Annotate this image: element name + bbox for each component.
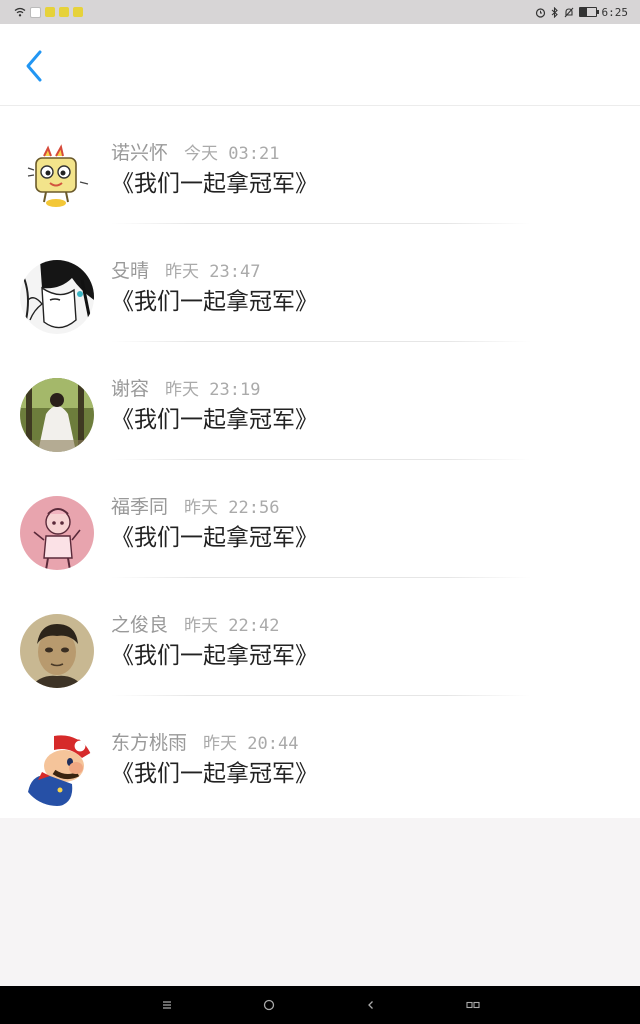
- comment-list: 诺兴怀 今天 03:21 《我们一起拿冠军》 殳晴 昨天 23:47 《我们一起拿冠…: [0, 106, 640, 818]
- menu-button[interactable]: [116, 986, 218, 1024]
- avatar[interactable]: [20, 496, 94, 570]
- app-notification-icon: [59, 7, 69, 17]
- comment-time: 昨天 22:56: [184, 498, 280, 518]
- comment-meta: 殳晴 昨天 23:47: [111, 256, 260, 283]
- list-item[interactable]: 福季同 昨天 22:56 《我们一起拿冠军》: [0, 460, 640, 578]
- comment-meta: 诺兴怀 今天 03:21: [111, 138, 279, 165]
- user-name[interactable]: 之俊良: [111, 614, 168, 636]
- comment-meta: 之俊良 昨天 22:42: [111, 610, 279, 637]
- list-item[interactable]: 谢容 昨天 23:19 《我们一起拿冠军》: [0, 342, 640, 460]
- comment-time: 昨天 20:44: [203, 734, 299, 754]
- alarm-icon: [535, 7, 545, 18]
- app-notification-icon: [73, 7, 83, 17]
- avatar[interactable]: [20, 260, 94, 334]
- sketch-portrait-avatar: [20, 260, 94, 334]
- menu-icon: [163, 1001, 171, 1009]
- user-name[interactable]: 东方桃雨: [111, 732, 187, 754]
- avatar[interactable]: [20, 142, 94, 216]
- user-name[interactable]: 殳晴: [111, 260, 149, 282]
- status-right: 6:25: [535, 5, 629, 19]
- pink-illustration-avatar: [20, 496, 94, 570]
- comment-text: 《我们一起拿冠军》: [111, 171, 318, 197]
- list-item[interactable]: 东方桃雨 昨天 20:44 《我们一起拿冠军》: [0, 696, 640, 814]
- comment-text: 《我们一起拿冠军》: [111, 407, 318, 433]
- comment-text: 《我们一起拿冠军》: [111, 643, 318, 669]
- user-name[interactable]: 诺兴怀: [111, 142, 168, 164]
- cartoon-bird-avatar: [20, 142, 94, 216]
- list-item[interactable]: 诺兴怀 今天 03:21 《我们一起拿冠军》: [0, 106, 640, 224]
- top-app-bar: [0, 24, 640, 106]
- comment-meta: 东方桃雨 昨天 20:44: [111, 728, 298, 755]
- status-left: [14, 6, 83, 18]
- home-circle-icon: [263, 999, 275, 1011]
- mute-icon: [564, 7, 573, 17]
- sepia-portrait-avatar: [20, 614, 94, 688]
- comment-time: 昨天 23:19: [165, 380, 261, 400]
- comment-meta: 福季同 昨天 22:56: [111, 492, 279, 519]
- app-notification-icon: [45, 7, 55, 17]
- comment-time: 昨天 22:42: [184, 616, 280, 636]
- user-name[interactable]: 福季同: [111, 496, 168, 518]
- recents-button[interactable]: [422, 986, 524, 1024]
- mario-avatar: [20, 732, 94, 806]
- comment-meta: 谢容 昨天 23:19: [111, 374, 260, 401]
- back-triangle-icon: [368, 1001, 373, 1009]
- list-item[interactable]: 之俊良 昨天 22:42 《我们一起拿冠军》: [0, 578, 640, 696]
- comment-time: 昨天 23:47: [165, 262, 261, 282]
- comment-text: 《我们一起拿冠军》: [111, 761, 318, 787]
- chevron-left-icon: [26, 50, 42, 82]
- avatar[interactable]: [20, 732, 94, 806]
- user-name[interactable]: 谢容: [111, 378, 149, 400]
- avatar[interactable]: [20, 378, 94, 452]
- status-time: 6:25: [601, 5, 629, 19]
- status-bar: 6:25: [0, 0, 640, 24]
- back-button[interactable]: [12, 44, 56, 88]
- system-nav-bar: [0, 986, 640, 1024]
- home-button[interactable]: [218, 986, 320, 1024]
- back-nav-button[interactable]: [320, 986, 422, 1024]
- battery-icon: [578, 7, 599, 17]
- app-notification-icon: [30, 6, 41, 18]
- comment-time: 今天 03:21: [184, 144, 280, 164]
- recents-icon: [466, 1001, 480, 1009]
- photo-avatar: [20, 378, 94, 452]
- wifi-icon: [14, 7, 26, 17]
- bluetooth-icon: [551, 6, 558, 18]
- comment-text: 《我们一起拿冠军》: [111, 525, 318, 551]
- list-item[interactable]: 殳晴 昨天 23:47 《我们一起拿冠军》: [0, 224, 640, 342]
- avatar[interactable]: [20, 614, 94, 688]
- comment-text: 《我们一起拿冠军》: [111, 289, 318, 315]
